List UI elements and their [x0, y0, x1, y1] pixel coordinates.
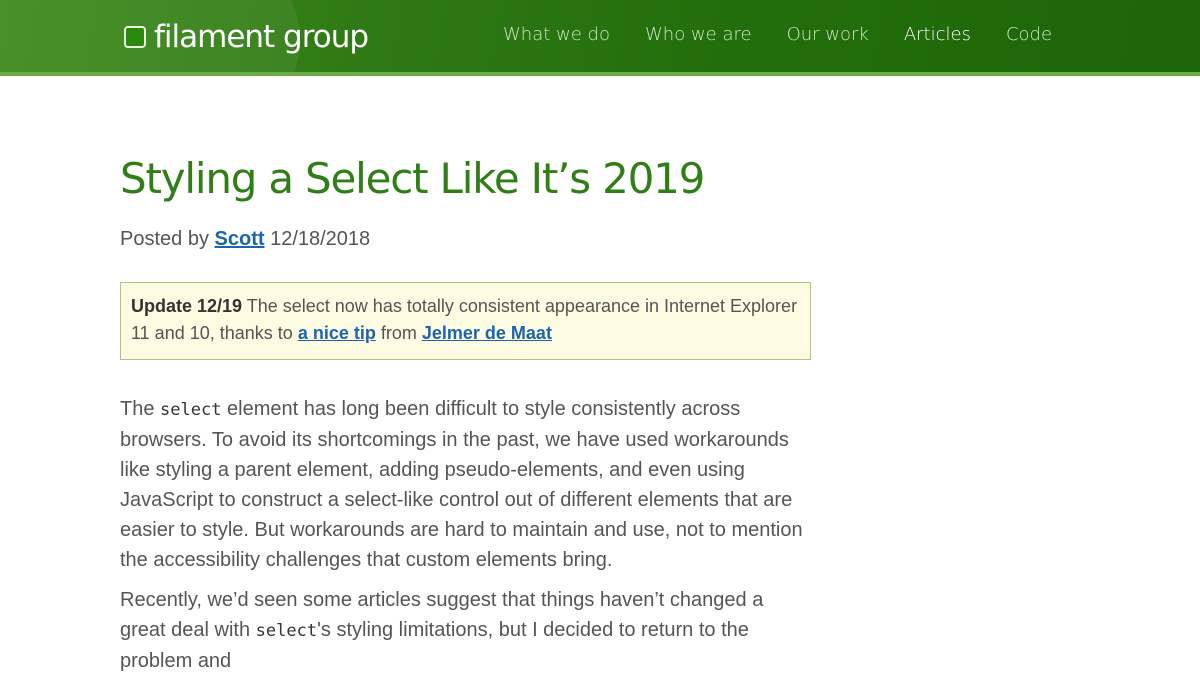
nice-tip-link[interactable]: a nice tip [298, 323, 376, 343]
notice-heading: Update 12/19 [131, 296, 243, 316]
jelmer-de-maat-link[interactable]: Jelmer de Maat [422, 323, 552, 343]
author-link[interactable]: Scott [215, 228, 265, 250]
article: Styling a Select Like It’s 2019 Posted b… [120, 150, 820, 676]
posted-by-label: Posted by [120, 228, 209, 250]
header-rule [0, 72, 1200, 76]
update-notice: Update 12/19 The select now has totally … [120, 282, 811, 360]
site-logo[interactable]: filament group [124, 17, 369, 57]
main-nav: What we do Who we are Our work Articles … [503, 24, 1087, 45]
paragraph-text: The [120, 398, 155, 420]
logo-text: filament group [154, 19, 369, 55]
notice-from: from [380, 323, 417, 343]
logo-square-icon [124, 26, 146, 48]
inline-code: select [160, 400, 222, 420]
article-title: Styling a Select Like It’s 2019 [120, 154, 705, 203]
nav-our-work[interactable]: Our work [787, 24, 869, 45]
nav-who-we-are[interactable]: Who we are [645, 24, 752, 45]
paragraph-intro: The select element has long been difficu… [120, 394, 810, 575]
paragraph-second: Recently, we’d seen some articles sugges… [120, 585, 810, 676]
nav-what-we-do[interactable]: What we do [503, 24, 610, 45]
inline-code: select [255, 621, 318, 641]
article-meta: Posted by Scott 12/18/2018 [120, 226, 820, 252]
paragraph-text: element has long been difficult to style… [120, 398, 803, 571]
post-date: 12/18/2018 [270, 228, 371, 250]
nav-code[interactable]: Code [1006, 24, 1052, 45]
site-header: filament group What we do Who we are Our… [0, 0, 1200, 72]
nav-articles[interactable]: Articles [904, 24, 971, 45]
